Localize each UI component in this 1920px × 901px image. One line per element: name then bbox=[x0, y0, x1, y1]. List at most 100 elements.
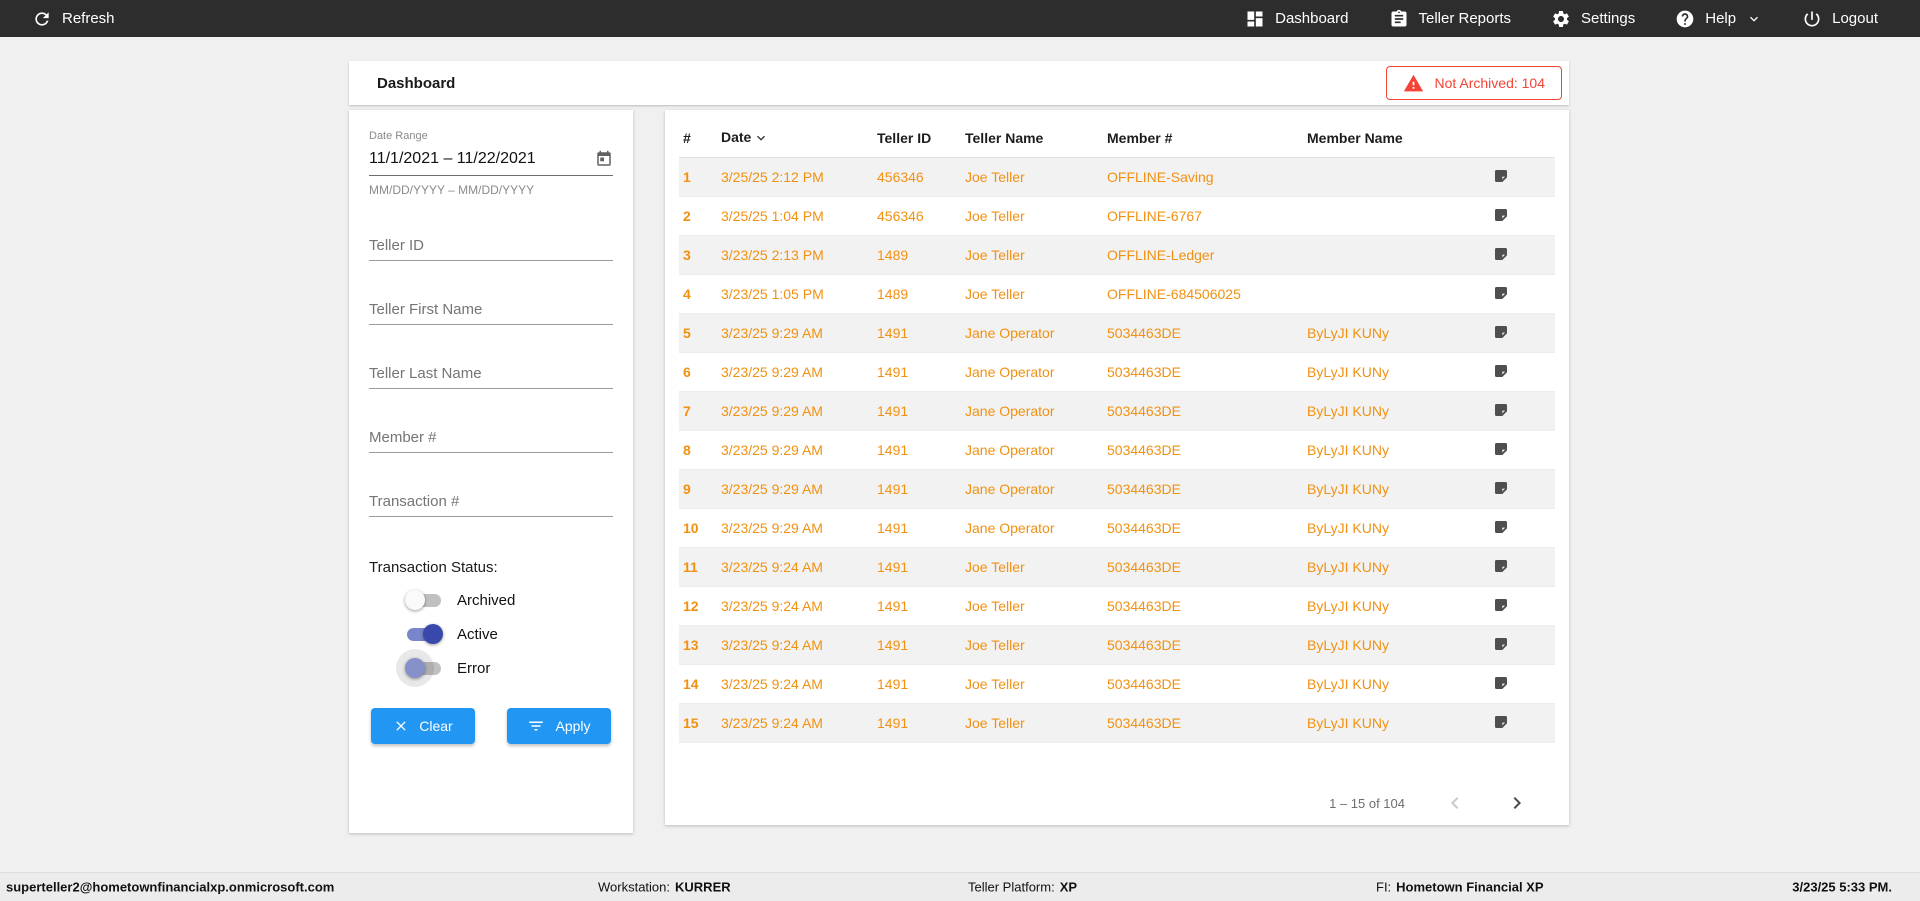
date-range-input[interactable] bbox=[369, 150, 595, 168]
note-button[interactable] bbox=[1493, 714, 1509, 730]
note-button[interactable] bbox=[1493, 636, 1509, 652]
table-row[interactable]: 10 3/23/25 9:29 AM 1491 Jane Operator 50… bbox=[679, 509, 1555, 548]
teller-first-name-input[interactable] bbox=[369, 295, 613, 325]
archived-toggle[interactable] bbox=[405, 590, 443, 610]
note-button[interactable] bbox=[1493, 324, 1509, 340]
note-button[interactable] bbox=[1493, 402, 1509, 418]
table-row[interactable]: 12 3/23/25 9:24 AM 1491 Joe Teller 50344… bbox=[679, 587, 1555, 626]
table-row[interactable]: 5 3/23/25 9:29 AM 1491 Jane Operator 503… bbox=[679, 313, 1555, 353]
teller-platform-info: Teller Platform: XP bbox=[968, 879, 1078, 895]
previous-page-button[interactable] bbox=[1443, 791, 1467, 815]
nav-dashboard[interactable]: Dashboard bbox=[1245, 9, 1349, 29]
table-row[interactable]: 7 3/23/25 9:29 AM 1491 Jane Operator 503… bbox=[679, 391, 1555, 431]
table-row[interactable]: 6 3/23/25 9:29 AM 1491 Jane Operator 503… bbox=[679, 353, 1555, 392]
refresh-button[interactable]: Refresh bbox=[32, 9, 115, 29]
table-row[interactable]: 2 3/25/25 1:04 PM 456346 Joe Teller OFFL… bbox=[679, 197, 1555, 236]
workstation-info: Workstation: KURRER bbox=[598, 879, 731, 895]
active-toggle[interactable] bbox=[405, 624, 443, 644]
note-button[interactable] bbox=[1493, 519, 1509, 535]
nav-settings-label: Settings bbox=[1581, 10, 1636, 27]
calendar-picker-button[interactable] bbox=[595, 150, 613, 168]
table-row[interactable]: 15 3/23/25 9:24 AM 1491 Joe Teller 50344… bbox=[679, 703, 1555, 743]
status-timestamp: 3/23/25 5:33 PM. bbox=[1792, 879, 1892, 895]
row-teller-name: Joe Teller bbox=[965, 598, 1025, 614]
note-icon bbox=[1495, 715, 1507, 728]
clipboard-icon bbox=[1391, 9, 1406, 27]
clear-button[interactable]: Clear bbox=[371, 708, 475, 744]
note-button[interactable] bbox=[1493, 285, 1509, 301]
row-number: 12 bbox=[683, 598, 699, 614]
filter-actions: Clear Apply bbox=[369, 708, 613, 744]
row-member-number: OFFLINE-684506025 bbox=[1107, 286, 1241, 302]
note-icon bbox=[1495, 403, 1507, 416]
row-note-cell bbox=[1481, 509, 1555, 548]
transactions-table: # Date Teller ID Teller Name Member # Me… bbox=[679, 114, 1555, 743]
clear-button-label: Clear bbox=[419, 718, 453, 734]
teller-last-name-input[interactable] bbox=[369, 359, 613, 389]
nav-dashboard-label: Dashboard bbox=[1275, 10, 1349, 27]
note-icon bbox=[1495, 676, 1507, 689]
row-member-name: ByLyJI KUNy bbox=[1307, 403, 1389, 419]
note-button[interactable] bbox=[1493, 675, 1509, 691]
note-button[interactable] bbox=[1493, 441, 1509, 457]
note-button[interactable] bbox=[1493, 246, 1509, 262]
row-teller-id: 1491 bbox=[877, 715, 909, 731]
error-toggle[interactable] bbox=[405, 658, 443, 678]
col-header-number: # bbox=[679, 114, 717, 158]
nav-logout[interactable]: Logout bbox=[1802, 9, 1878, 29]
row-member-number: 5034463DE bbox=[1107, 364, 1181, 380]
note-button[interactable] bbox=[1493, 168, 1509, 184]
table-header-row: # Date Teller ID Teller Name Member # Me… bbox=[679, 114, 1555, 158]
col-header-date[interactable]: Date bbox=[717, 114, 873, 158]
next-page-button[interactable] bbox=[1505, 791, 1529, 815]
transaction-status-label: Transaction Status: bbox=[369, 559, 498, 576]
transaction-number-input[interactable] bbox=[369, 487, 613, 517]
note-button[interactable] bbox=[1493, 207, 1509, 223]
row-date: 3/23/25 9:29 AM bbox=[721, 481, 823, 497]
page-title: Dashboard bbox=[377, 74, 456, 92]
table-row[interactable]: 4 3/23/25 1:05 PM 1489 Joe Teller OFFLIN… bbox=[679, 275, 1555, 314]
note-button[interactable] bbox=[1493, 363, 1509, 379]
row-note-cell bbox=[1481, 392, 1555, 431]
member-number-input[interactable] bbox=[369, 423, 613, 453]
toggle-row-error: Error bbox=[405, 658, 613, 678]
apply-button[interactable]: Apply bbox=[507, 708, 611, 744]
row-teller-name: Joe Teller bbox=[965, 676, 1025, 692]
not-archived-badge[interactable]: Not Archived: 104 bbox=[1386, 66, 1562, 100]
col-header-teller-id: Teller ID bbox=[873, 114, 961, 158]
nav-teller-reports[interactable]: Teller Reports bbox=[1389, 9, 1511, 29]
row-note-cell bbox=[1481, 158, 1555, 197]
row-teller-id: 1489 bbox=[877, 247, 909, 263]
row-teller-id: 456346 bbox=[877, 208, 924, 224]
note-icon bbox=[1495, 325, 1507, 338]
note-button[interactable] bbox=[1493, 480, 1509, 496]
row-number: 8 bbox=[683, 442, 691, 458]
power-icon bbox=[1804, 11, 1820, 26]
row-member-name: ByLyJI KUNy bbox=[1307, 520, 1389, 536]
row-member-name bbox=[1303, 158, 1481, 197]
teller-id-input[interactable] bbox=[369, 231, 613, 261]
toggle-row-active: Active bbox=[405, 624, 613, 644]
row-date: 3/23/25 9:29 AM bbox=[721, 325, 823, 341]
table-row[interactable]: 3 3/23/25 2:13 PM 1489 Joe Teller OFFLIN… bbox=[679, 235, 1555, 275]
table-row[interactable]: 9 3/23/25 9:29 AM 1491 Jane Operator 503… bbox=[679, 469, 1555, 509]
nav-settings[interactable]: Settings bbox=[1551, 9, 1635, 29]
row-member-number: 5034463DE bbox=[1107, 442, 1181, 458]
note-button[interactable] bbox=[1493, 558, 1509, 574]
row-member-name bbox=[1303, 236, 1481, 275]
note-button[interactable] bbox=[1493, 597, 1509, 613]
date-range-label: Date Range bbox=[369, 130, 428, 142]
table-row[interactable]: 11 3/23/25 9:24 AM 1491 Joe Teller 50344… bbox=[679, 547, 1555, 587]
table-row[interactable]: 8 3/23/25 9:29 AM 1491 Jane Operator 503… bbox=[679, 431, 1555, 470]
row-teller-id: 1491 bbox=[877, 676, 909, 692]
table-row[interactable]: 14 3/23/25 9:24 AM 1491 Joe Teller 50344… bbox=[679, 665, 1555, 704]
table-row[interactable]: 13 3/23/25 9:24 AM 1491 Joe Teller 50344… bbox=[679, 625, 1555, 665]
row-member-number: 5034463DE bbox=[1107, 598, 1181, 614]
financial-institution-info: FI: Hometown Financial XP bbox=[1376, 879, 1544, 895]
nav-help[interactable]: Help bbox=[1675, 9, 1762, 29]
table-row[interactable]: 1 3/25/25 2:12 PM 456346 Joe Teller OFFL… bbox=[679, 157, 1555, 197]
chevron-down-icon bbox=[1750, 16, 1759, 22]
row-member-name bbox=[1303, 275, 1481, 314]
row-number: 13 bbox=[683, 637, 699, 653]
row-teller-id: 1491 bbox=[877, 520, 909, 536]
